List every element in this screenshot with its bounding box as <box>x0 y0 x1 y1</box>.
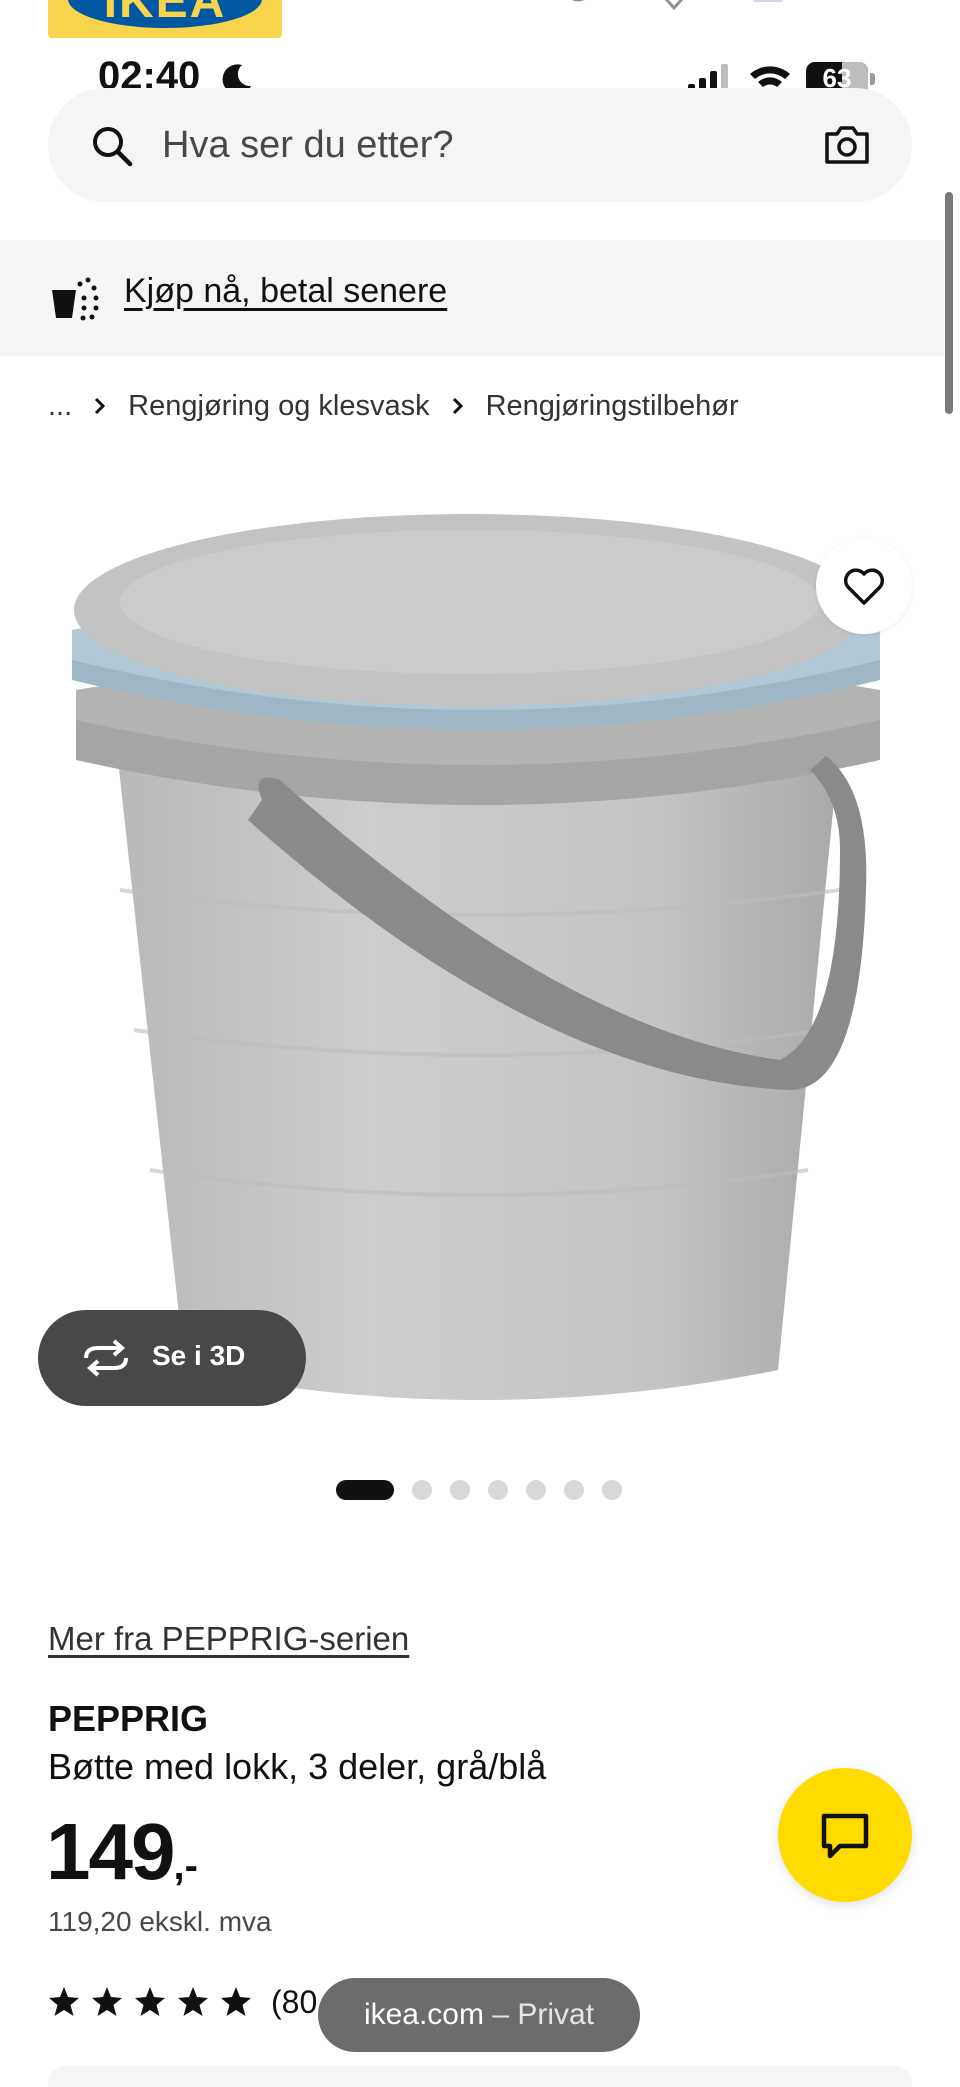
promo-bar: Kjøp nå, betal senere <box>0 240 944 356</box>
chevron-right-icon <box>95 397 106 415</box>
camera-icon[interactable] <box>824 124 870 166</box>
product-description: Bøtte med lokk, 3 deler, grå/blå <box>48 1746 547 1787</box>
star-icon <box>178 1987 208 2016</box>
logo-text: IKEA <box>103 0 227 28</box>
carousel-dot-2[interactable] <box>412 1480 432 1500</box>
search-icon[interactable] <box>90 124 134 168</box>
rating[interactable]: (80 <box>48 1982 317 2022</box>
view-3d-label: Se i 3D <box>152 1340 246 1371</box>
user-icon[interactable] <box>556 0 600 10</box>
view-3d-button[interactable]: Se i 3D <box>38 1310 306 1406</box>
breadcrumb-ellipsis[interactable]: ... <box>48 390 72 423</box>
chat-button[interactable] <box>778 1768 912 1902</box>
series-link[interactable]: Mer fra PEPPRIG-serien <box>48 1620 409 1658</box>
browser-address-pill[interactable]: ikea.com – Privat <box>318 1978 640 2052</box>
product-image[interactable] <box>0 470 960 1450</box>
menu-icon[interactable] <box>842 0 886 10</box>
chat-icon <box>821 1813 869 1859</box>
bag-icon[interactable] <box>746 0 790 10</box>
battery-tip <box>870 73 875 85</box>
favorite-button[interactable] <box>816 538 912 634</box>
breadcrumb-cleaning-accessories[interactable]: Rengjøringstilbehør <box>486 390 739 423</box>
carousel-dots <box>336 1480 640 1500</box>
carousel-dot-4[interactable] <box>488 1480 508 1500</box>
browser-mode: Privat <box>517 1998 595 2031</box>
buy-now-pay-later-link[interactable]: Kjøp nå, betal senere <box>124 272 447 311</box>
search-input[interactable] <box>162 116 722 174</box>
price-ex-vat: 119,20 ekskl. mva <box>48 1906 272 1937</box>
breadcrumb: ... Rengjøring og klesvask Rengjøringsti… <box>48 382 739 430</box>
carousel-dot-1[interactable] <box>336 1480 394 1500</box>
heart-icon <box>843 568 885 605</box>
bottom-card <box>48 2066 912 2087</box>
carousel-dot-7[interactable] <box>602 1480 622 1500</box>
favorites-icon[interactable] <box>652 0 696 10</box>
scrollbar[interactable] <box>945 192 953 414</box>
price-integer: 149 <box>46 1807 175 1896</box>
star-icon <box>135 1987 165 2016</box>
chevron-right-icon <box>452 397 463 415</box>
price: 149,- <box>46 1806 198 1896</box>
carousel-dot-3[interactable] <box>450 1480 470 1500</box>
rotate-icon <box>84 1339 128 1377</box>
site-header: IKEA <box>0 0 960 40</box>
star-icon <box>221 1987 251 2016</box>
product-name: PEPPRIG <box>48 1698 209 1739</box>
star-icon <box>49 1987 79 2016</box>
carousel-dot-5[interactable] <box>526 1480 546 1500</box>
carousel-dot-6[interactable] <box>564 1480 584 1500</box>
ikea-logo[interactable]: IKEA <box>48 0 282 38</box>
browser-domain: ikea.com <box>363 1998 484 2031</box>
browser-separator: – <box>492 1998 510 2031</box>
breadcrumb-cleaning-laundry[interactable]: Rengjøring og klesvask <box>128 390 429 423</box>
cart-icon <box>52 277 99 321</box>
price-suffix: ,- <box>173 1844 198 1888</box>
rating-count: (80 <box>271 1983 318 2020</box>
star-icon <box>92 1987 122 2016</box>
search-bar[interactable] <box>48 88 912 202</box>
